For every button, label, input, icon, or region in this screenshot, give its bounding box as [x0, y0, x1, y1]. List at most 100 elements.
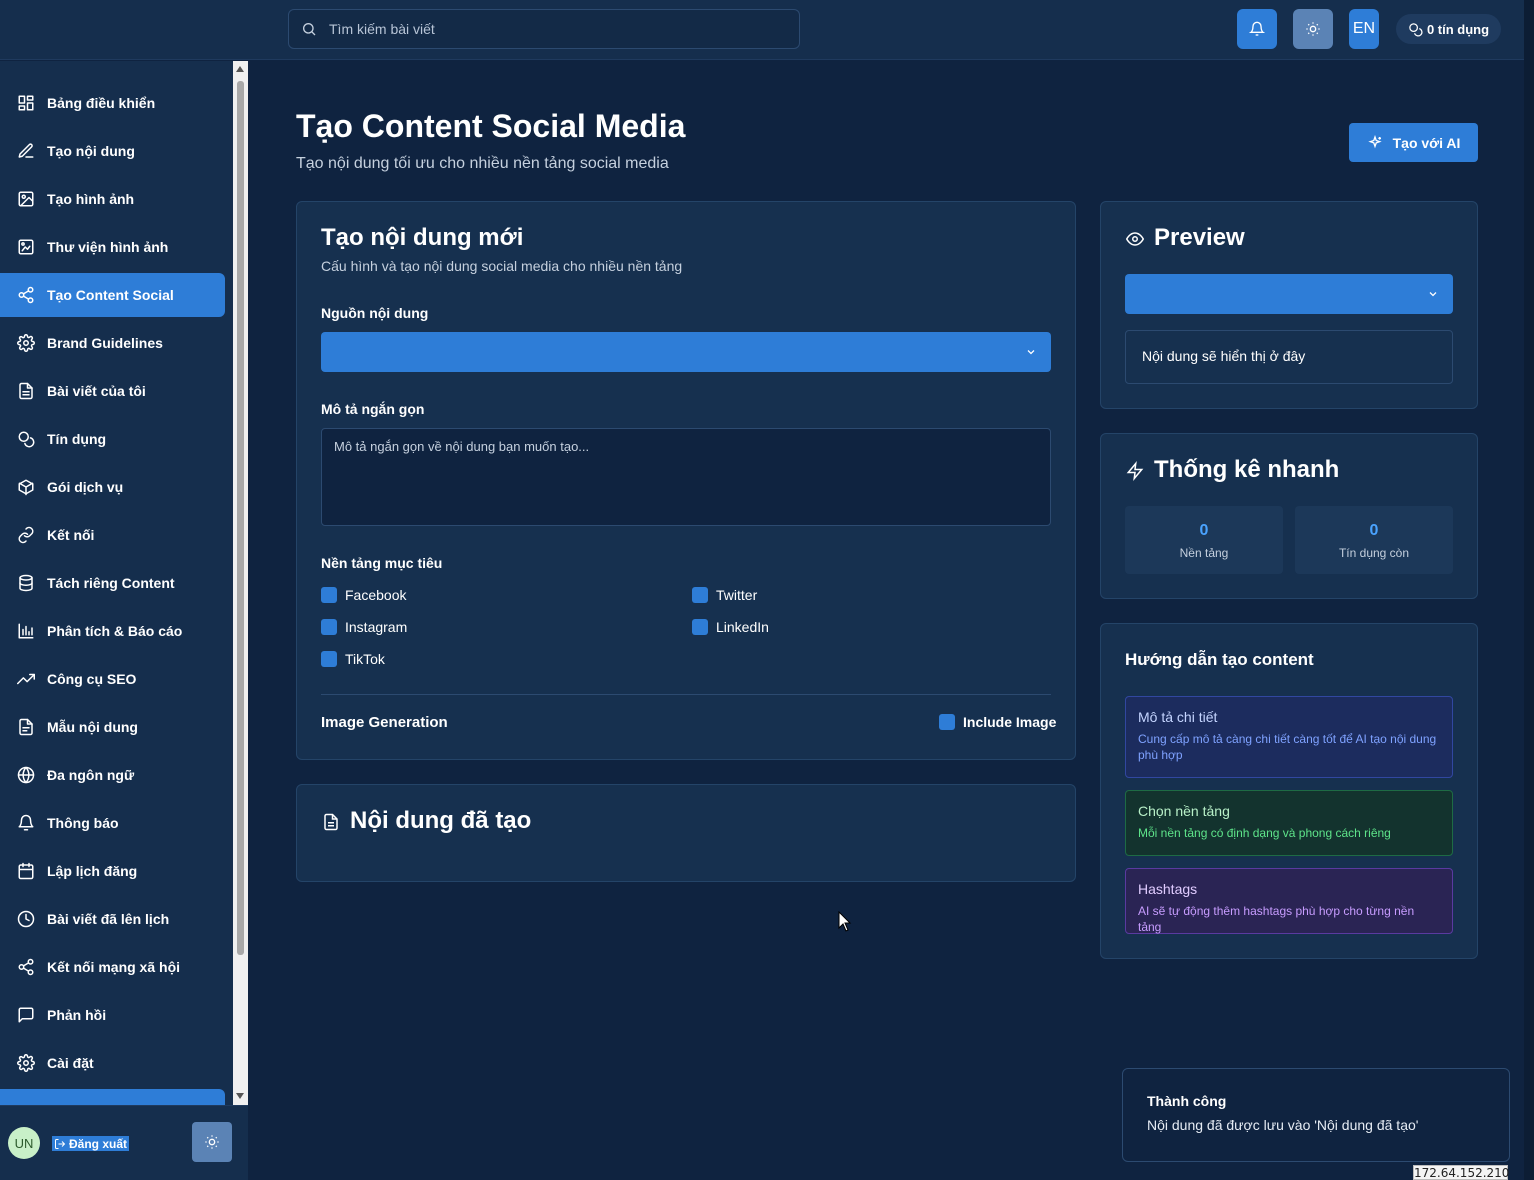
- scroll-thumb[interactable]: [237, 81, 244, 955]
- toast-message: Nội dung đã được lưu vào 'Nội dung đã tạ…: [1147, 1117, 1419, 1133]
- sidebar-footer: UN Đăng xuất: [0, 1105, 248, 1180]
- scroll-down-arrow[interactable]: [236, 1093, 244, 1099]
- scroll-up-arrow[interactable]: [236, 66, 244, 72]
- stat-label: Nền tảng: [1179, 546, 1229, 560]
- search-placeholder: Tìm kiếm bài viết: [329, 21, 435, 37]
- description-textarea[interactable]: Mô tả ngắn gọn về nội dung bạn muốn tạo.…: [321, 428, 1051, 526]
- platform-checkbox-tiktok[interactable]: TikTok: [321, 651, 385, 667]
- platforms-label: Nền tảng mục tiêu: [321, 555, 443, 571]
- tip-detailed-description: Mô tả chi tiết Cung cấp mô tả càng chi t…: [1125, 696, 1453, 778]
- sidebar-item-label: Brand Guidelines: [47, 335, 163, 351]
- share-icon: [18, 958, 34, 976]
- platform-label: TikTok: [345, 651, 385, 667]
- footer-theme-button[interactable]: [192, 1122, 232, 1162]
- lightning-icon: [1126, 461, 1144, 481]
- platform-checkbox-instagram[interactable]: Instagram: [321, 619, 407, 635]
- eye-icon: [1126, 232, 1144, 246]
- bell-icon: [1249, 21, 1265, 36]
- checkbox[interactable]: [321, 651, 337, 667]
- success-toast[interactable]: Thành công Nội dung đã được lưu vào 'Nội…: [1122, 1068, 1510, 1162]
- source-select[interactable]: [321, 332, 1051, 372]
- message-icon: [18, 1007, 34, 1023]
- sidebar-item-ket-noi-mang-xa-hoi[interactable]: Kết nối mạng xã hội: [0, 945, 225, 989]
- quick-stats-card: Thống kê nhanh 0 Nền tảng 0 Tín dụng còn: [1100, 433, 1478, 599]
- gallery-icon: [18, 239, 34, 255]
- language-button[interactable]: EN: [1349, 9, 1379, 49]
- platform-checkbox-twitter[interactable]: Twitter: [692, 587, 757, 603]
- link-icon: [18, 526, 34, 544]
- stat-platforms: 0 Nền tảng: [1125, 506, 1283, 574]
- chevron-down-icon: [1027, 350, 1035, 355]
- sidebar-item-tao-noi-dung[interactable]: Tạo nội dung: [0, 129, 225, 173]
- sidebar-item-brand-guidelines[interactable]: Brand Guidelines: [0, 321, 225, 365]
- sun-icon: [205, 1135, 219, 1149]
- sidebar-item-label: Bài viết đã lên lịch: [47, 911, 170, 927]
- credits-badge[interactable]: 0 tín dụng: [1396, 14, 1501, 44]
- platform-checkbox-linkedin[interactable]: LinkedIn: [692, 619, 769, 635]
- sidebar-item-phan-hoi[interactable]: Phản hồi: [0, 993, 225, 1037]
- checkbox[interactable]: [692, 587, 708, 603]
- trending-up-icon: [17, 673, 35, 685]
- sidebar-item-goi-dich-vu[interactable]: Gói dịch vụ: [0, 465, 225, 509]
- sidebar-item-bang-dieu-khien[interactable]: Bảng điều khiển: [0, 81, 225, 125]
- sidebar-item-tao-content-social[interactable]: Tạo Content Social: [0, 273, 225, 317]
- sidebar-item-phan-tich-bao-cao[interactable]: Phân tích & Báo cáo: [0, 609, 225, 653]
- checkbox[interactable]: [692, 619, 708, 635]
- sun-icon: [1306, 22, 1320, 36]
- checkbox[interactable]: [321, 587, 337, 603]
- sidebar-item-ket-noi[interactable]: Kết nối: [0, 513, 225, 557]
- sidebar-item-label: Tách riêng Content: [47, 575, 175, 591]
- sidebar-item-label: Cài đặt: [47, 1055, 94, 1071]
- logout-icon: [55, 1138, 66, 1149]
- source-label: Nguồn nội dung: [321, 305, 429, 321]
- sidebar-item-label: Kết nối: [47, 527, 95, 543]
- sidebar-item-cong-cu-seo[interactable]: Công cụ SEO: [0, 657, 225, 701]
- checkbox[interactable]: [321, 619, 337, 635]
- platform-label: Facebook: [345, 587, 407, 603]
- checkbox[interactable]: [939, 714, 955, 730]
- sidebar-item-tin-dung[interactable]: Tín dụng: [0, 417, 225, 461]
- sidebar-item-tao-hinh-anh[interactable]: Tạo hình ảnh: [0, 177, 225, 221]
- platform-checkbox-facebook[interactable]: Facebook: [321, 587, 406, 603]
- tip-choose-platform: Chọn nền tảng Mỗi nền tảng có định dạng …: [1125, 790, 1453, 856]
- coins-icon: [18, 431, 35, 448]
- sidebar-item-label: Mẫu nội dung: [47, 719, 138, 735]
- include-image-checkbox[interactable]: Include Image: [939, 714, 1056, 730]
- theme-toggle-button[interactable]: [1293, 9, 1333, 49]
- guide-title: Hướng dẫn tạo content: [1125, 650, 1314, 669]
- sidebar-item-label: Bảng điều khiển: [47, 95, 156, 111]
- sidebar-item-thu-vien-hinh-anh[interactable]: Thư viện hình ảnh: [0, 225, 225, 269]
- image-icon: [18, 191, 34, 207]
- gear-icon: [17, 334, 35, 352]
- globe-icon: [17, 766, 35, 784]
- logout-button[interactable]: Đăng xuất: [52, 1136, 130, 1151]
- sidebar-item-mau-noi-dung[interactable]: Mẫu nội dung: [0, 705, 225, 749]
- search-input[interactable]: Tìm kiếm bài viết: [288, 9, 800, 49]
- sidebar-item-bai-viet-da-len-lich[interactable]: Bài viết đã lên lịch: [0, 897, 225, 941]
- sidebar-item-lap-lich-dang[interactable]: Lập lịch đăng: [0, 849, 225, 893]
- sidebar-item-partial[interactable]: [0, 1089, 225, 1105]
- sidebar-item-label: Tạo Content Social: [47, 287, 174, 303]
- credits-label: 0 tín dụng: [1426, 21, 1490, 37]
- sidebar-item-label: Kết nối mạng xã hội: [47, 959, 181, 975]
- notifications-button[interactable]: [1237, 9, 1277, 49]
- generated-title: Nội dung đã tạo: [350, 807, 532, 834]
- stat-credits: 0 Tín dụng còn: [1295, 506, 1453, 574]
- sidebar-item-cai-dat[interactable]: Cài đặt: [0, 1041, 225, 1085]
- avatar[interactable]: UN: [8, 1127, 40, 1159]
- preview-platform-select[interactable]: [1125, 274, 1453, 314]
- sidebar-item-thong-bao[interactable]: Thông báo: [0, 801, 225, 845]
- sidebar-scrollbar[interactable]: [233, 61, 248, 1105]
- stat-value: 0: [1199, 522, 1209, 539]
- mouse-cursor-icon: [838, 911, 852, 932]
- sidebar-item-tach-rieng-content[interactable]: Tách riêng Content: [0, 561, 225, 605]
- create-with-ai-button[interactable]: Tạo với AI: [1349, 123, 1478, 162]
- sidebar-item-da-ngon-ngu[interactable]: Đa ngôn ngữ: [0, 753, 225, 797]
- sidebar-item-label: Thư viện hình ảnh: [47, 239, 169, 255]
- bar-chart-icon: [18, 623, 34, 639]
- stat-label: Tín dụng còn: [1338, 546, 1410, 560]
- form-subtitle: Cấu hình và tạo nội dung social media ch…: [321, 258, 683, 274]
- sidebar-item-bai-viet-cua-toi[interactable]: Bài viết của tôi: [0, 369, 225, 413]
- generated-content-card: Nội dung đã tạo: [296, 784, 1076, 882]
- preview-title: Preview: [1154, 224, 1245, 251]
